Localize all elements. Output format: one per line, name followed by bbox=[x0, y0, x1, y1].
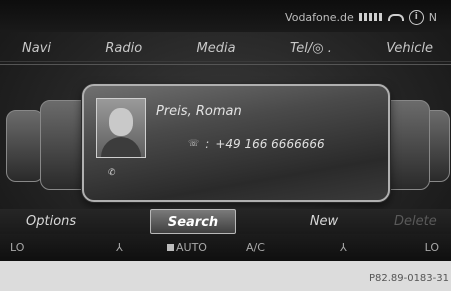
figure-code: P82.89-0183-31 bbox=[368, 273, 449, 284]
avatar-shoulders bbox=[101, 137, 141, 157]
climate-bar: LO ⅄ AUTO A/C ⅄ LO bbox=[0, 234, 451, 261]
phone-number: +49 166 6666666 bbox=[215, 137, 325, 151]
info-circle-icon: i bbox=[408, 9, 424, 25]
contact-photo bbox=[96, 98, 146, 158]
submenu-bar: Options Search New Delete bbox=[0, 209, 451, 234]
menu-navi[interactable]: Navi bbox=[22, 37, 51, 61]
menu-divider bbox=[0, 64, 451, 65]
menu-vehicle[interactable]: Vehicle bbox=[386, 37, 433, 61]
seat-right-icon[interactable]: ⅄ bbox=[340, 241, 347, 254]
phone-handset-icon bbox=[387, 13, 404, 21]
landline-phone-icon: ☏ bbox=[188, 139, 200, 149]
avatar-head bbox=[109, 108, 133, 136]
temp-left[interactable]: LO bbox=[10, 241, 24, 254]
main-function-bar: Navi Radio Media Tel/◎ . Vehicle bbox=[0, 37, 451, 62]
phone-entry[interactable]: ☏ : +49 166 6666666 bbox=[188, 137, 325, 151]
search-button[interactable]: Search bbox=[150, 209, 236, 234]
contact-card-selected[interactable]: Preis, Roman ☏ : +49 166 6666666 ✆ bbox=[82, 84, 390, 202]
auto-button[interactable]: AUTO bbox=[167, 241, 207, 254]
auto-label: AUTO bbox=[176, 241, 207, 254]
menu-media[interactable]: Media bbox=[197, 37, 236, 61]
status-indicators: Vodafone.de i N bbox=[285, 9, 437, 25]
carrier-name: Vodafone.de bbox=[285, 10, 354, 24]
options-button[interactable]: Options bbox=[0, 209, 136, 234]
menu-tel-label: Tel/ bbox=[289, 41, 313, 56]
ac-button[interactable]: A/C bbox=[246, 241, 265, 254]
status-bar: Vodafone.de i N bbox=[0, 0, 451, 32]
phone-separator: : bbox=[205, 137, 210, 151]
new-button[interactable]: New bbox=[264, 209, 384, 234]
menu-tel[interactable]: Tel/◎ . bbox=[290, 37, 332, 61]
contact-card-left-far[interactable] bbox=[6, 110, 44, 182]
seat-left-icon[interactable]: ⅄ bbox=[116, 241, 123, 254]
auto-indicator-icon bbox=[167, 244, 174, 251]
delete-button[interactable]: Delete bbox=[394, 209, 437, 234]
phone-contact-screen: Vodafone.de i N Navi Radio Media Tel/◎ .… bbox=[0, 0, 451, 291]
contact-name: Preis, Roman bbox=[156, 104, 242, 119]
signal-strength-icon bbox=[358, 13, 383, 21]
network-type: N bbox=[428, 10, 437, 24]
tel-mode-icon: ◎ bbox=[312, 41, 324, 56]
contact-type-icon: ✆ bbox=[108, 168, 116, 178]
figure-footer: P82.89-0183-31 bbox=[0, 261, 451, 291]
temp-right[interactable]: LO bbox=[425, 241, 439, 254]
menu-radio[interactable]: Radio bbox=[105, 37, 142, 61]
